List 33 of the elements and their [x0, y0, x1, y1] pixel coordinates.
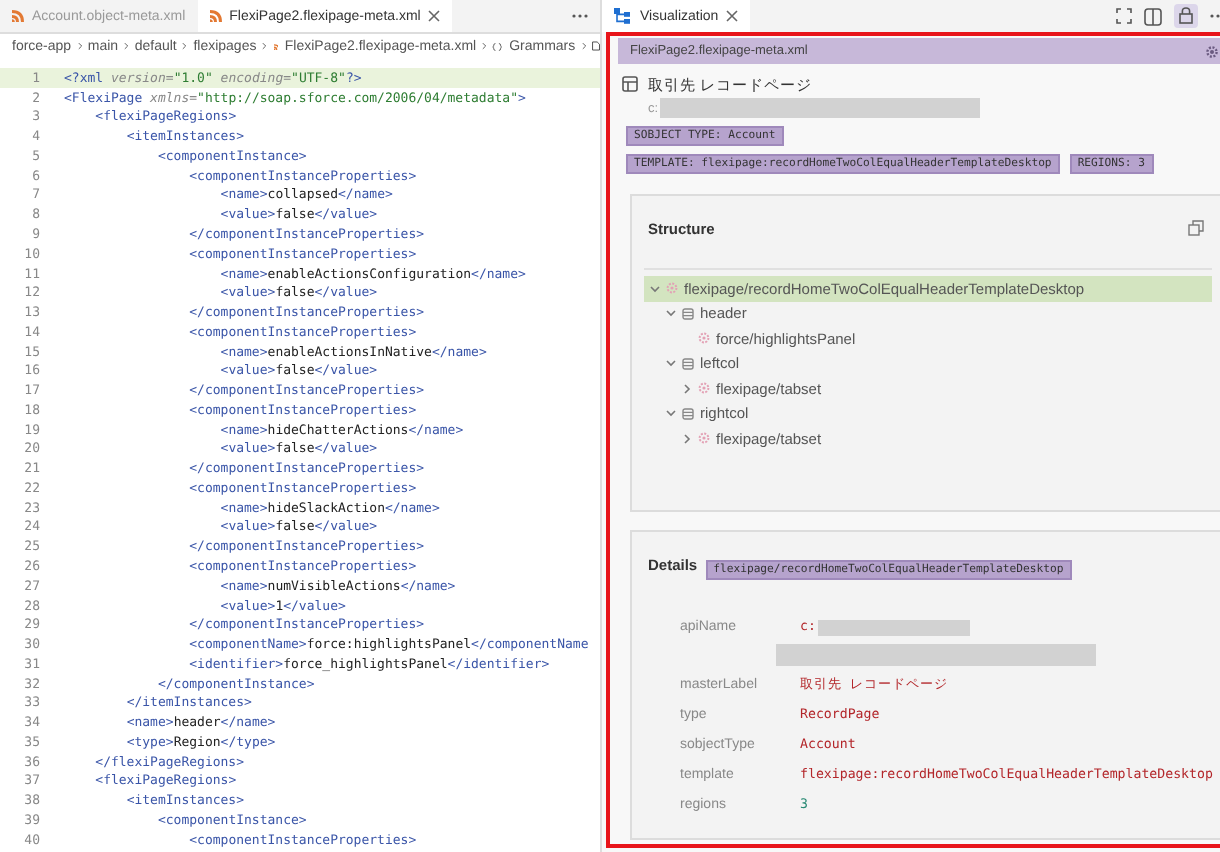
- braces-icon: [492, 39, 504, 53]
- diagram-icon: [614, 8, 632, 24]
- gear-icon: [698, 382, 710, 395]
- close-icon[interactable]: [726, 10, 739, 22]
- caret-down-icon[interactable]: [666, 408, 676, 419]
- chevron-icon: [262, 40, 268, 52]
- file-icon: [591, 38, 600, 54]
- caret-right-icon[interactable]: [682, 383, 692, 394]
- chevron-icon: [124, 40, 129, 52]
- fullscreen-icon[interactable]: [1116, 8, 1133, 24]
- caret-down-icon[interactable]: [650, 283, 660, 294]
- stack-icon: [682, 307, 694, 320]
- caret-down-icon[interactable]: [666, 308, 676, 319]
- rss-icon: [12, 10, 24, 22]
- gear-icon: [666, 282, 678, 295]
- caret-down-icon[interactable]: [666, 358, 676, 369]
- gear-icon: [698, 432, 710, 445]
- settings-icon[interactable]: [1206, 45, 1219, 57]
- stack-icon: [682, 407, 694, 420]
- layout-icon: [622, 76, 638, 92]
- chevron-icon: [482, 40, 487, 52]
- rss-icon: [209, 10, 222, 22]
- chevron-icon: [182, 40, 188, 52]
- close-icon[interactable]: [428, 10, 441, 22]
- rss-icon: [273, 41, 279, 51]
- lock-icon[interactable]: [1174, 4, 1199, 28]
- stack-icon: [682, 357, 694, 370]
- chevron-icon: [77, 40, 82, 52]
- gear-icon: [698, 332, 710, 345]
- copy-icon[interactable]: [1188, 220, 1205, 236]
- caret-right-icon[interactable]: [682, 433, 692, 444]
- chevron-icon: [581, 40, 586, 52]
- split-editor-icon[interactable]: [1144, 7, 1163, 25]
